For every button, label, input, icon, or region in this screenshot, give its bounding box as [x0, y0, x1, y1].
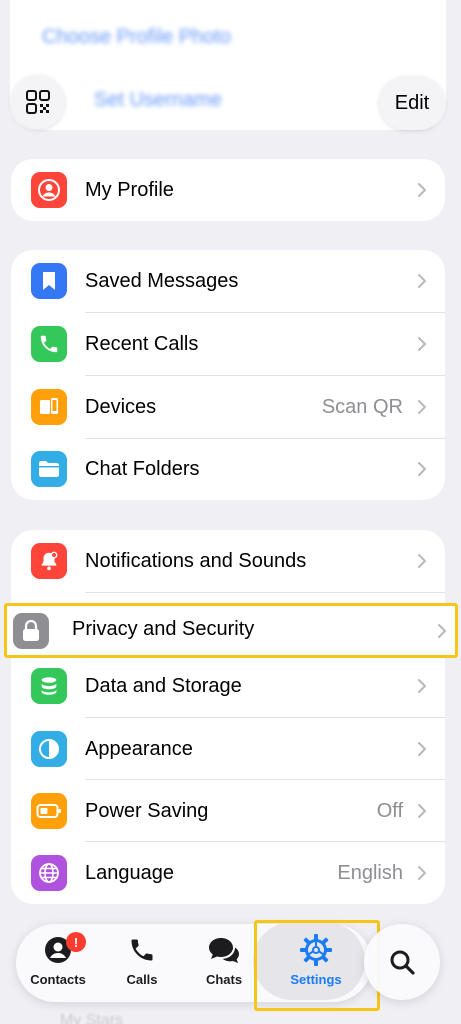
devices-icon: [31, 389, 67, 425]
qr-code-button[interactable]: [11, 75, 65, 129]
row-label: Appearance: [85, 738, 193, 760]
set-profile-photo-link[interactable]: Choose Profile Photo: [42, 26, 231, 49]
tab-calls[interactable]: Calls: [102, 924, 182, 1002]
chevron-right-icon: [418, 554, 426, 568]
divider: [85, 592, 445, 593]
tab-label: Contacts: [30, 972, 86, 987]
chat-bubbles-icon: [207, 934, 241, 966]
row-label: Data and Storage: [85, 675, 242, 697]
folder-icon: [31, 451, 67, 487]
tab-contacts[interactable]: ! Contacts: [18, 924, 98, 1002]
chevron-right-icon: [418, 400, 426, 414]
row-label: Privacy and Security: [72, 618, 255, 640]
bookmark-icon: [31, 263, 67, 299]
search-icon: [390, 950, 415, 975]
set-username-link[interactable]: Set Username: [94, 89, 222, 112]
chevron-right-icon: [418, 742, 426, 756]
settings-row-recent-calls[interactable]: Recent Calls: [11, 313, 445, 375]
settings-row-my-profile[interactable]: My Profile: [11, 159, 445, 221]
bell-icon: [31, 543, 67, 579]
row-label: Power Saving: [85, 800, 209, 822]
tab-label: Chats: [205, 972, 243, 987]
database-icon: [31, 668, 67, 704]
tab-label: Calls: [126, 972, 158, 987]
row-value: English: [337, 862, 403, 884]
notification-badge: !: [66, 932, 86, 952]
chevron-right-icon: [418, 337, 426, 351]
profile-section: My Profile: [11, 159, 445, 221]
battery-icon: [31, 793, 67, 829]
row-label: My Profile: [85, 179, 174, 201]
row-label: Devices: [85, 396, 157, 418]
chevron-right-icon: [418, 804, 426, 818]
search-button[interactable]: [364, 924, 440, 1000]
row-label: Language: [85, 862, 174, 884]
chevron-right-icon: [418, 679, 426, 693]
preferences-section: Notifications and Sounds Data and Storag…: [11, 530, 445, 904]
chevron-right-icon: [418, 462, 426, 476]
settings-row-appearance[interactable]: Appearance: [11, 718, 445, 780]
phone-icon: [128, 934, 156, 966]
row-label: Notifications and Sounds: [85, 550, 307, 572]
chevron-right-icon: [418, 866, 426, 880]
settings-row-devices[interactable]: Devices Scan QR: [11, 376, 445, 438]
lock-icon: [13, 613, 49, 649]
settings-row-power-saving[interactable]: Power Saving Off: [11, 780, 445, 842]
phone-icon: [31, 326, 67, 362]
chevron-right-icon: [418, 274, 426, 288]
settings-row-saved-messages[interactable]: Saved Messages: [11, 250, 445, 312]
globe-icon: [31, 855, 67, 891]
settings-row-notifications[interactable]: Notifications and Sounds: [11, 530, 445, 592]
row-label: Saved Messages: [85, 270, 239, 292]
settings-row-chat-folders[interactable]: Chat Folders: [11, 438, 445, 500]
row-value: Off: [376, 800, 403, 822]
settings-screen: Choose Profile Photo Set Username Edit M…: [0, 0, 461, 1024]
person-icon: [31, 172, 67, 208]
settings-row-language[interactable]: Language English: [11, 842, 445, 904]
edit-button[interactable]: Edit: [379, 76, 445, 130]
row-value: Scan QR: [321, 396, 403, 418]
row-label: Recent Calls: [85, 333, 199, 355]
half-circle-icon: [31, 731, 67, 767]
general-section: Saved Messages Recent Calls Devices Scan…: [11, 250, 445, 500]
peek-row-label: My Stars: [60, 1012, 124, 1024]
settings-tab-highlight: [254, 920, 380, 1011]
chevron-right-icon: [418, 183, 426, 197]
qr-code-icon: [26, 90, 50, 114]
row-label: Chat Folders: [85, 458, 200, 480]
tab-chats[interactable]: Chats: [184, 924, 264, 1002]
chevron-right-icon: [438, 624, 446, 638]
settings-row-privacy-security[interactable]: Privacy and Security: [4, 603, 458, 658]
settings-row-data-storage[interactable]: Data and Storage: [11, 655, 445, 717]
